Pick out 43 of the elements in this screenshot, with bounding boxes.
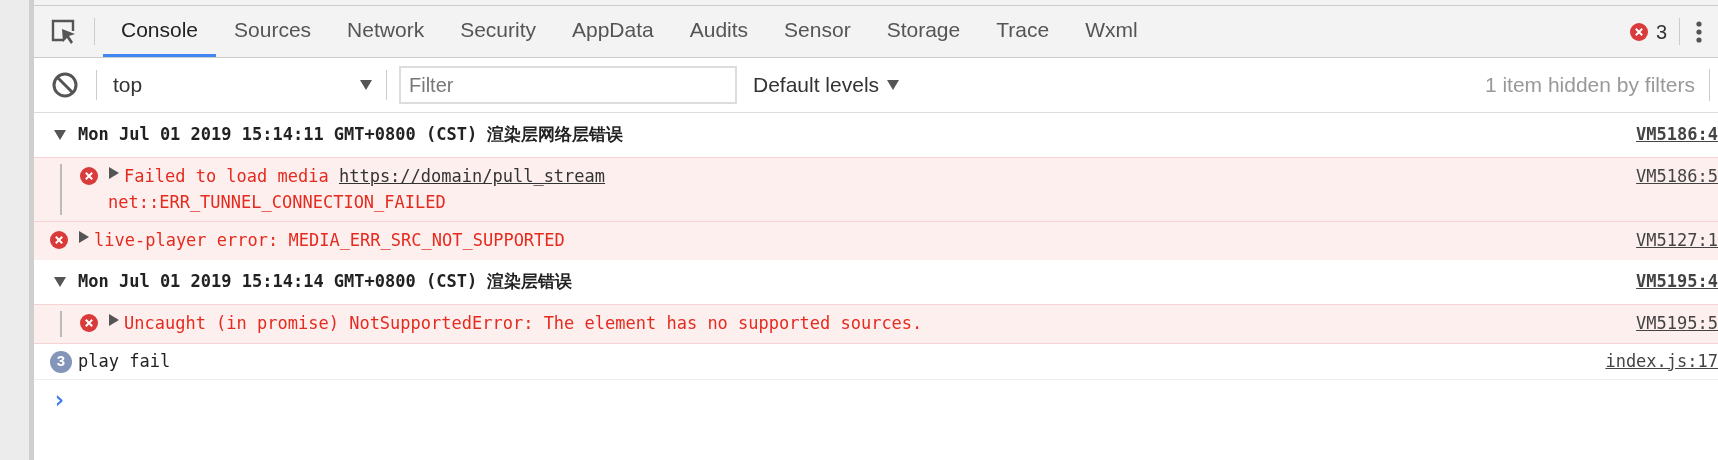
log-text: play fail xyxy=(78,349,172,373)
panel-tab[interactable]: Audits xyxy=(671,6,767,57)
error-icon xyxy=(50,231,68,249)
source-link[interactable]: VM5127:1 xyxy=(1636,230,1718,250)
group-title: Mon Jul 01 2019 15:14:11 GMT+0800 (CST) 渲染层网络层错误 xyxy=(78,123,625,147)
panel-tab[interactable]: Security xyxy=(442,6,554,57)
error-text: Failed to load media https://domain/pull_stream xyxy=(124,166,606,186)
error-icon xyxy=(80,314,98,332)
count-badge: 3 xyxy=(50,350,72,373)
panel-tab[interactable]: Network xyxy=(329,6,443,57)
error-text: Uncaught (in promise) NotSupportedError: The element has no supported sources. xyxy=(124,313,923,333)
clear-console-icon[interactable] xyxy=(52,72,78,98)
prompt-caret[interactable]: › xyxy=(52,387,67,412)
hidden-items-note: 1 item hidden by filters xyxy=(1484,69,1710,101)
panel-tab[interactable]: Wxml xyxy=(1067,6,1156,57)
source-link[interactable]: VM5195:5 xyxy=(1636,313,1718,333)
source-link[interactable]: VM5186:4 xyxy=(1636,122,1718,148)
url-link[interactable]: https://domain/pull_stream xyxy=(338,166,606,186)
filter-field[interactable]: Filter xyxy=(399,66,737,104)
collapse-triangle-icon[interactable] xyxy=(360,79,372,91)
expand-triangle-icon[interactable] xyxy=(108,314,120,326)
error-count: 3 xyxy=(1655,19,1667,45)
collapse-triangle-icon[interactable] xyxy=(887,79,900,91)
collapse-triangle-icon[interactable] xyxy=(54,129,66,141)
panel-tab[interactable]: AppData xyxy=(554,6,672,57)
source-link[interactable]: VM5186:5 xyxy=(1636,166,1718,186)
context-select[interactable]: top xyxy=(97,70,387,100)
error-icon xyxy=(80,167,98,185)
expand-triangle-icon[interactable] xyxy=(78,231,90,243)
group-title: Mon Jul 01 2019 15:14:14 GMT+0800 (CST) 渲染层错误 xyxy=(78,270,574,294)
panel-tab[interactable]: Sensor xyxy=(766,6,869,57)
error-text: live-player error: MEDIA_ERR_SRC_NOT_SUPPORTED xyxy=(94,230,565,250)
levels-dropdown[interactable]: Default levels xyxy=(753,69,900,101)
source-link[interactable]: index.js:17 xyxy=(1605,348,1718,375)
collapse-triangle-icon[interactable] xyxy=(54,276,66,288)
panel-tab[interactable]: Trace xyxy=(978,6,1068,57)
more-options-icon[interactable] xyxy=(1696,20,1702,43)
source-link[interactable]: VM5195:4 xyxy=(1636,269,1718,295)
error-icon xyxy=(1629,22,1648,41)
expand-triangle-icon[interactable] xyxy=(108,167,120,179)
panel-tab[interactable]: Sources xyxy=(216,6,330,57)
panel-tab[interactable]: Storage xyxy=(868,6,979,57)
error-detail: net::ERR_TUNNEL_CONNECTION_FAILED xyxy=(108,190,446,214)
